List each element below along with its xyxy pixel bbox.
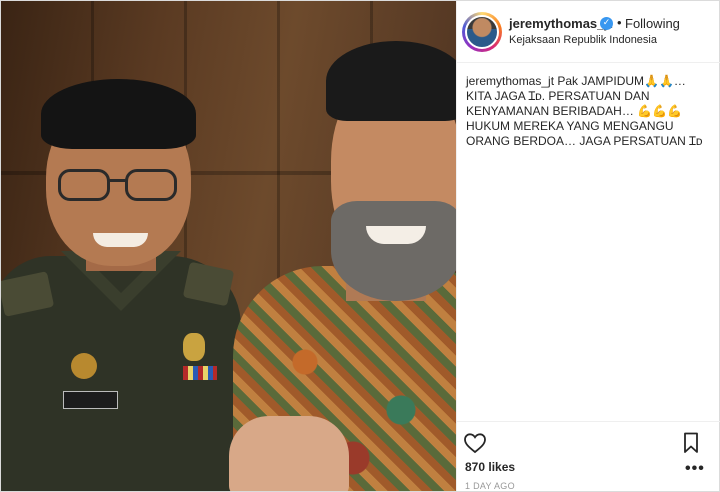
left-person-hair — [41, 79, 196, 149]
heart-icon[interactable] — [463, 432, 487, 454]
ribbon-bar — [183, 366, 217, 380]
right-person-hair — [326, 41, 456, 121]
uniform-badge — [71, 353, 97, 379]
username-link[interactable]: jeremythomas_jt — [509, 16, 612, 31]
caption-line-5: ORANG BERDOA… JAGA PERSATUAN ɪᴅ — [466, 134, 703, 148]
verified-badge-icon: ✓ — [600, 17, 613, 30]
glasses-left-lens — [58, 169, 110, 201]
following-button[interactable]: Following — [625, 16, 680, 31]
right-person-smile — [366, 226, 426, 244]
avatar[interactable] — [465, 15, 499, 49]
clasped-hands — [229, 416, 349, 491]
glasses-bridge — [108, 179, 127, 182]
caption-username[interactable]: jeremythomas_jt — [466, 74, 554, 88]
post-sidebar: jeremythomas_jt ✓ • Following Kejaksaan … — [456, 1, 720, 491]
likes-count[interactable]: 870 likes — [465, 460, 515, 474]
more-options-icon[interactable]: ••• — [685, 460, 705, 478]
post-header: jeremythomas_jt ✓ • Following Kejaksaan … — [457, 1, 720, 63]
header-separator: • — [617, 15, 622, 30]
left-person-smile — [93, 233, 148, 247]
story-ring[interactable] — [462, 12, 502, 52]
post-actions: 870 likes ••• 1 DAY AGO — [457, 421, 720, 491]
post-photo[interactable] — [1, 1, 456, 491]
post-timestamp[interactable]: 1 DAY AGO — [465, 481, 515, 491]
right-person-beard — [331, 201, 456, 301]
caption-line-2: KITA JAGA ɪᴅ. PERSATUAN DAN — [466, 89, 650, 103]
post-caption: jeremythomas_jt Pak JAMPIDUM🙏🙏… KITA JAG… — [466, 74, 711, 149]
caption-line-4: HUKUM MEREKA YANG MENGANGU — [466, 119, 674, 133]
name-tag — [63, 391, 118, 409]
glasses-right-lens — [125, 169, 177, 201]
bookmark-icon[interactable] — [683, 432, 699, 454]
caption-line-1: Pak JAMPIDUM🙏🙏… — [557, 74, 686, 88]
uniform-emblem — [183, 333, 205, 361]
caption-line-3: KENYAMANAN BERIBADAH… 💪💪💪 — [466, 104, 682, 118]
location-link[interactable]: Kejaksaan Republik Indonesia — [509, 34, 657, 46]
